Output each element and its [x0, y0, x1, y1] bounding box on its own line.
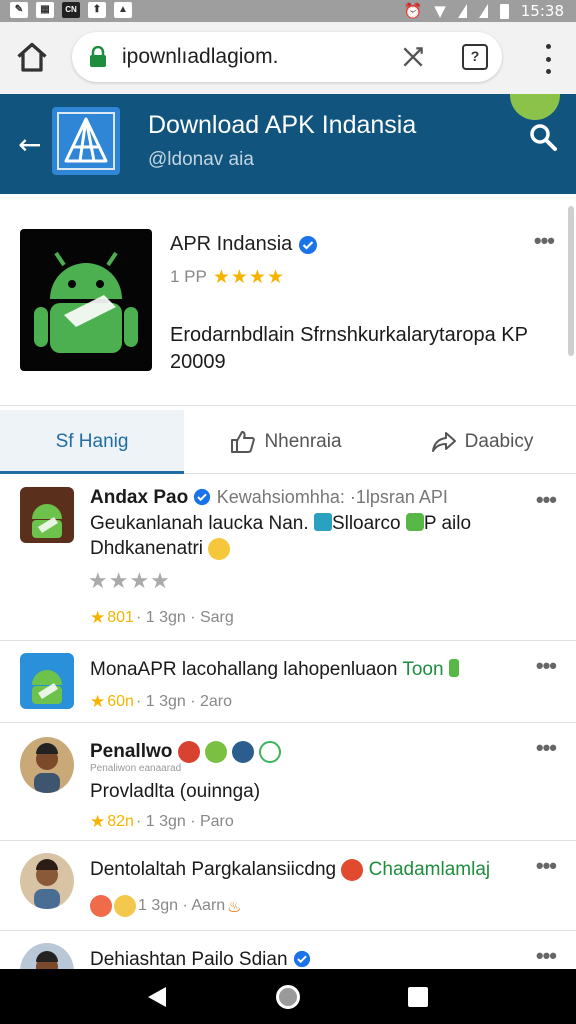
green-badge-icon: [405, 513, 424, 531]
share-icon[interactable]: [400, 44, 426, 70]
avatar: [20, 653, 74, 709]
gallery-icon: ▲: [114, 2, 132, 18]
verified-badge-icon: [299, 235, 318, 254]
grin-emoji-icon: [208, 538, 231, 560]
app-card: APR Indansia 1 PP ★★★★ Erodarnbdlain Sfr…: [0, 196, 576, 406]
more-options-icon[interactable]: •••: [536, 943, 557, 969]
star-icon: ★: [90, 692, 106, 712]
tab-daabicy[interactable]: Daabicy: [388, 410, 576, 474]
thumbs-up-icon: [231, 431, 256, 453]
avatar: [20, 487, 74, 543]
emoji-icon: [204, 741, 227, 763]
tab-bar: Sf Hanig Nhenraia Daabicy: [0, 410, 576, 474]
channel-handle: @ldonav aia: [148, 149, 254, 170]
app-image[interactable]: [20, 229, 152, 371]
nav-home-icon[interactable]: [276, 985, 300, 1009]
verified-badge-icon: [293, 950, 310, 968]
post-author[interactable]: Penallwo: [90, 741, 172, 762]
url-text: ipownlıadlagiom.: [122, 45, 279, 68]
comment-feed: Andax Pao Kewahsiomhha: ·1lpsran API Geu…: [0, 475, 576, 969]
app-rating: 1 PP ★★★★: [170, 266, 285, 288]
tab-nhenraia[interactable]: Nhenraia: [184, 410, 388, 474]
tab-switcher-icon[interactable]: ?: [462, 44, 488, 70]
more-options-icon[interactable]: •••: [534, 228, 555, 254]
signal-icon: [478, 4, 488, 18]
app-description: Erodarnbdlain Sfrnshkurkalarytaropa KP 2…: [170, 324, 528, 373]
news-icon: CN: [62, 2, 80, 18]
more-options-icon[interactable]: •••: [536, 853, 557, 879]
avatar: [20, 853, 74, 909]
emoji-icon: [259, 741, 282, 763]
browser-toolbar: ipownlıadlagiom. ?: [0, 22, 576, 94]
nav-back-icon[interactable]: [148, 987, 166, 1007]
fire-icon: ♨: [227, 896, 242, 916]
list-item[interactable]: MonaAPR lacohallang lahopenluaon Toon ★ …: [0, 641, 576, 723]
app-name[interactable]: APR Indansia: [170, 233, 318, 256]
page-title: Download APK Indansia: [148, 111, 417, 139]
status-bar: ✎ ▦ CN ⬆ ▲ ⏰ ▼ 15:38: [0, 0, 576, 22]
list-item[interactable]: Andax Pao Kewahsiomhha: ·1lpsran API Geu…: [0, 475, 576, 641]
nav-recents-icon[interactable]: [408, 987, 428, 1007]
star-icon: ★: [90, 608, 106, 628]
emoji-icon: [114, 895, 136, 917]
post-author[interactable]: Dehiashtan Pailo Sdian: [90, 949, 288, 969]
avatar: [20, 737, 74, 793]
active-tab-indicator: [0, 471, 184, 474]
notification-icon: ▦: [36, 2, 54, 18]
green-badge-icon: [448, 659, 459, 677]
search-icon[interactable]: [528, 122, 558, 152]
emoji-icon: [90, 895, 112, 917]
link-icon: [313, 513, 332, 531]
scrollbar[interactable]: [568, 206, 574, 356]
rating-stars: ★★★★: [212, 266, 285, 288]
more-menu-icon[interactable]: [544, 44, 552, 74]
emoji-icon: [177, 741, 200, 763]
alarm-icon: ⏰: [403, 2, 423, 20]
address-bar[interactable]: ipownlıadlagiom. ?: [72, 32, 502, 82]
rating-stars: ★★★★: [88, 569, 171, 594]
post-author[interactable]: Dentolaltah Pargkalansiicdng: [90, 859, 336, 880]
share-icon: [431, 432, 456, 452]
tab-hanig[interactable]: Sf Hanig: [0, 410, 184, 474]
channel-logo: [52, 107, 120, 175]
emoji-icon: [341, 859, 364, 881]
more-options-icon[interactable]: •••: [536, 735, 557, 761]
notification-icon: ⬆: [88, 2, 106, 18]
list-item[interactable]: Dentolaltah Pargkalansiicdng Chadamlamla…: [0, 841, 576, 931]
more-options-icon[interactable]: •••: [536, 487, 557, 513]
status-time: 15:38: [520, 2, 564, 20]
page-header: ← Download APK Indansia @ldonav aia: [0, 94, 576, 194]
list-item[interactable]: Penallwo Penaliwon eanaarad Provladlta (…: [0, 723, 576, 841]
home-icon[interactable]: [14, 40, 50, 76]
verified-badge-icon: [194, 488, 211, 506]
lock-icon: [90, 46, 106, 67]
post-author[interactable]: MonaAPR: [90, 659, 177, 680]
signal-icon: [457, 4, 467, 18]
avatar: [20, 943, 74, 969]
system-nav-bar: [0, 969, 576, 1024]
wifi-icon: ▼: [434, 2, 446, 20]
star-icon: ★: [90, 812, 106, 832]
list-item[interactable]: Dehiashtan Pailo Sdian •••: [0, 931, 576, 969]
battery-icon: [499, 3, 509, 19]
notification-icon: ✎: [10, 2, 28, 18]
android-mascot-decoration: [510, 94, 560, 120]
back-arrow-icon[interactable]: ←: [18, 128, 41, 161]
emoji-icon: [232, 741, 255, 763]
post-author[interactable]: Andax Pao: [90, 487, 188, 508]
more-options-icon[interactable]: •••: [536, 653, 557, 679]
